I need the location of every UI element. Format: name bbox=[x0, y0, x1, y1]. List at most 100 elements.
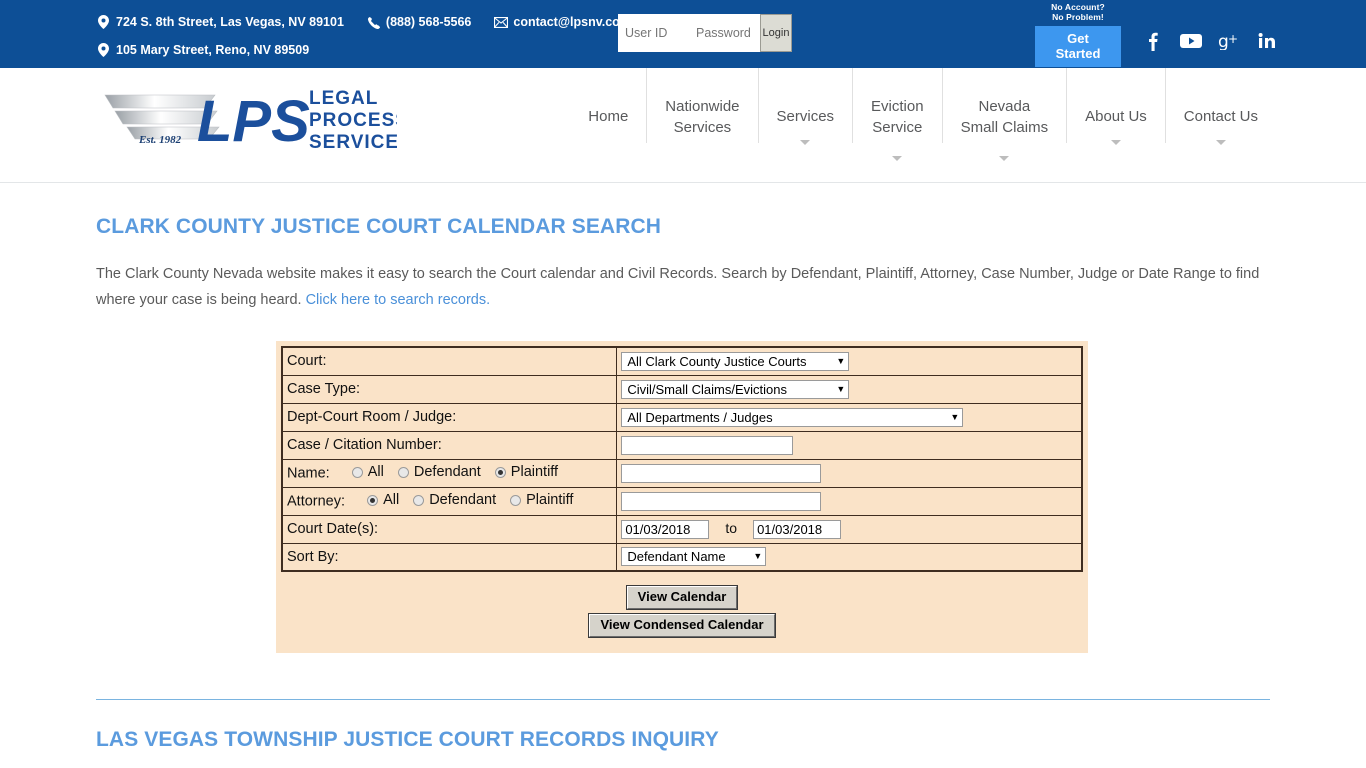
address-secondary-text: 105 Mary Street, Reno, NV 89509 bbox=[116, 43, 310, 57]
form-row-sort-by: Sort By: Defendant Name ▼ bbox=[281, 542, 1083, 572]
form-row-case-number: Case / Citation Number: bbox=[281, 430, 1083, 460]
view-calendar-row: View Calendar bbox=[281, 585, 1083, 610]
court-field-cell: All Clark County Justice Courts ▼ bbox=[616, 346, 1083, 376]
user-id-input[interactable] bbox=[618, 14, 689, 52]
nav-item-eviction-service[interactable]: Eviction Service bbox=[852, 68, 942, 161]
court-dates-field-cell: to bbox=[616, 514, 1083, 544]
name-radio-plaintiff-label: Plaintiff bbox=[510, 464, 559, 481]
search-records-link[interactable]: Click here to search records. bbox=[306, 292, 491, 308]
get-started-button[interactable]: Get Started bbox=[1035, 26, 1121, 67]
nav-item-about-us[interactable]: About Us bbox=[1066, 68, 1165, 145]
nav-item-nevada-small-claims[interactable]: Nevada Small Claims bbox=[941, 68, 1067, 161]
dept-judge-field-cell: All Departments / Judges ▼ bbox=[616, 402, 1083, 432]
contact-line-1: 724 S. 8th Street, Las Vegas, NV 89101 (… bbox=[96, 10, 653, 34]
name-radio-defendant-label: Defendant bbox=[413, 464, 481, 481]
form-row-dept-judge: Dept-Court Room / Judge: All Departments… bbox=[281, 402, 1083, 432]
linkedin-icon[interactable] bbox=[1256, 30, 1278, 52]
dept-judge-label: Dept-Court Room / Judge: bbox=[281, 402, 618, 432]
page-title: CLARK COUNTY JUSTICE COURT CALENDAR SEAR… bbox=[96, 215, 661, 238]
case-type-select[interactable]: Civil/Small Claims/Evictions ▼ bbox=[621, 379, 850, 399]
nav-item-contact-us[interactable]: Contact Us bbox=[1164, 68, 1276, 145]
view-condensed-calendar-button[interactable]: View Condensed Calendar bbox=[588, 613, 776, 638]
name-field-cell bbox=[616, 458, 1083, 488]
main-navigation: Home Nationwide Services Services Evicti… bbox=[570, 68, 1276, 183]
calendar-search-panel: Court: All Clark County Justice Courts ▼… bbox=[276, 341, 1088, 653]
phone[interactable]: (888) 568-5566 bbox=[366, 15, 471, 30]
dept-judge-select[interactable]: All Departments / Judges ▼ bbox=[621, 407, 964, 427]
site-header: Est. 1982 LPS LEGAL PROCESS SERVICE Home… bbox=[0, 68, 1366, 183]
name-radio-plaintiff[interactable]: Plaintiff bbox=[494, 464, 559, 481]
court-select-value: All Clark County Justice Courts bbox=[627, 353, 807, 369]
chevron-down-icon bbox=[800, 140, 811, 145]
court-label: Court: bbox=[281, 346, 618, 376]
name-label: Name: bbox=[287, 465, 330, 482]
email[interactable]: contact@lpsnv.com bbox=[493, 15, 631, 30]
case-number-input[interactable] bbox=[621, 435, 794, 455]
attorney-field-cell bbox=[616, 486, 1083, 516]
contact-line-2: 105 Mary Street, Reno, NV 89509 bbox=[96, 38, 653, 62]
login-form: Login bbox=[618, 14, 792, 52]
chevron-down-icon: ▼ bbox=[836, 355, 846, 366]
chevron-down-icon: ▼ bbox=[950, 411, 960, 422]
login-button[interactable]: Login bbox=[760, 14, 792, 52]
nav-item-services[interactable]: Services bbox=[757, 68, 853, 145]
nav-label-eviction-line1: Eviction bbox=[871, 98, 924, 115]
svg-text:LPS: LPS bbox=[197, 89, 310, 153]
name-radio-defendant[interactable]: Defendant bbox=[397, 464, 481, 481]
case-type-field-cell: Civil/Small Claims/Evictions ▼ bbox=[616, 374, 1083, 404]
youtube-icon[interactable] bbox=[1180, 30, 1202, 52]
attorney-input[interactable] bbox=[621, 491, 822, 511]
view-condensed-row: View Condensed Calendar bbox=[281, 613, 1083, 638]
court-select[interactable]: All Clark County Justice Courts ▼ bbox=[621, 351, 850, 371]
form-row-attorney: Attorney: All Defendant Plaintiff bbox=[281, 486, 1083, 516]
form-row-case-type: Case Type: Civil/Small Claims/Evictions … bbox=[281, 374, 1083, 404]
name-input[interactable] bbox=[621, 463, 822, 483]
nav-label-contact-line1: Contact Us bbox=[1183, 108, 1258, 125]
chevron-down-icon: ▼ bbox=[753, 551, 763, 562]
google-plus-icon[interactable]: g + bbox=[1218, 30, 1240, 52]
intro-paragraph: The Clark County Nevada website makes it… bbox=[96, 261, 1270, 313]
name-radio-group: All Defendant Plaintiff bbox=[351, 464, 572, 481]
svg-text:Est. 1982: Est. 1982 bbox=[138, 134, 182, 146]
name-radio-all-label: All bbox=[367, 464, 384, 481]
chevron-down-icon bbox=[1110, 140, 1121, 145]
date-range-separator: to bbox=[725, 519, 738, 536]
facebook-icon[interactable] bbox=[1142, 30, 1164, 52]
nav-label-nationwide-line2: Services bbox=[673, 119, 732, 136]
nav-item-home[interactable]: Home bbox=[570, 68, 646, 143]
get-started-line-2: Started bbox=[1055, 46, 1101, 61]
attorney-label: Attorney: bbox=[287, 493, 346, 510]
social-links: g + bbox=[1142, 30, 1278, 52]
view-calendar-button[interactable]: View Calendar bbox=[625, 585, 739, 610]
main-content: CLARK COUNTY JUSTICE COURT CALENDAR SEAR… bbox=[0, 215, 1366, 653]
phone-text: (888) 568-5566 bbox=[385, 15, 472, 29]
phone-icon bbox=[366, 15, 381, 30]
calendar-search-form: Court: All Clark County Justice Courts ▼… bbox=[281, 346, 1083, 572]
chevron-down-icon bbox=[892, 156, 903, 161]
bottom-section-title: LAS VEGAS TOWNSHIP JUSTICE COURT RECORDS… bbox=[96, 728, 719, 751]
svg-text:PROCESS: PROCESS bbox=[309, 110, 397, 131]
court-date-to-input[interactable] bbox=[753, 519, 842, 539]
court-date-from-input[interactable] bbox=[621, 519, 710, 539]
nav-label-eviction-line2: Service bbox=[872, 119, 923, 136]
radio-circle-icon bbox=[351, 466, 363, 478]
attorney-label-cell: Attorney: All Defendant Plaintiff bbox=[281, 486, 618, 516]
sort-by-select-value: Defendant Name bbox=[627, 549, 726, 565]
svg-text:LEGAL: LEGAL bbox=[309, 88, 378, 109]
address-primary: 724 S. 8th Street, Las Vegas, NV 89101 bbox=[96, 15, 344, 30]
address-secondary: 105 Mary Street, Reno, NV 89509 bbox=[96, 43, 309, 58]
attorney-radio-all[interactable]: All bbox=[367, 492, 399, 508]
case-number-field-cell bbox=[616, 430, 1083, 460]
nav-item-nationwide-services[interactable]: Nationwide Services bbox=[646, 68, 757, 143]
chevron-down-icon: ▼ bbox=[836, 383, 846, 394]
form-actions: View Calendar View Condensed Calendar bbox=[281, 585, 1083, 638]
attorney-radio-plaintiff[interactable]: Plaintiff bbox=[510, 492, 573, 508]
contact-info: 724 S. 8th Street, Las Vegas, NV 89101 (… bbox=[96, 10, 653, 62]
sort-by-select[interactable]: Defendant Name ▼ bbox=[621, 547, 767, 567]
attorney-radio-defendant[interactable]: Defendant bbox=[413, 492, 496, 508]
email-text: contact@lpsnv.com bbox=[513, 15, 631, 29]
password-input[interactable] bbox=[689, 14, 760, 52]
site-logo[interactable]: Est. 1982 LPS LEGAL PROCESS SERVICE bbox=[97, 83, 397, 153]
name-radio-all[interactable]: All bbox=[351, 464, 384, 481]
nav-label-nationwide-line1: Nationwide bbox=[665, 98, 740, 115]
